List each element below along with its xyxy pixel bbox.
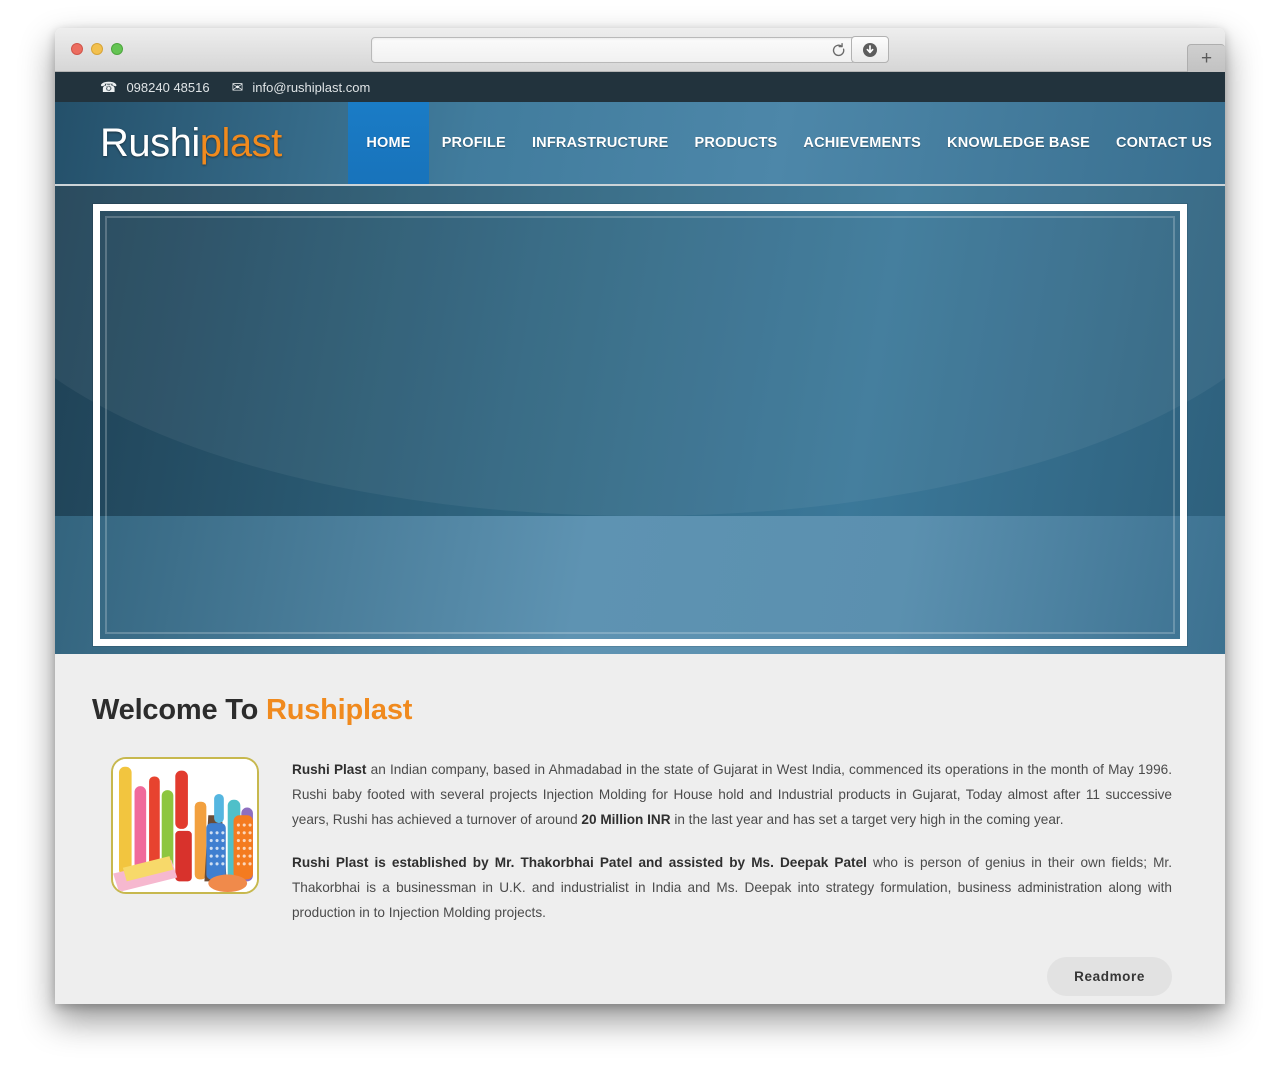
about-p1-tail: in the last year and has set a target ve… [670,812,1064,827]
main-content: Welcome To Rushiplast Rushi Plast an Ind… [55,654,1225,1004]
nav-item-infrastructure[interactable]: INFRASTRUCTURE [519,102,682,184]
about-text: Rushi Plast an Indian company, based in … [292,757,1172,943]
page-title: Welcome To Rushiplast [92,694,1172,727]
nav-item-home[interactable]: HOME [348,102,429,184]
phone-contact[interactable]: ☎ 098240 48516 [100,80,210,95]
about-p1-bold: Rushi Plast [292,762,367,777]
nav-item-products[interactable]: PRODUCTS [681,102,790,184]
download-button[interactable] [851,36,889,63]
banner-frame-inner [105,216,1175,634]
minimize-window-button[interactable] [91,43,103,55]
logo-text-rushi: Rushi [100,120,200,165]
window-controls[interactable] [71,43,123,55]
contact-topbar: ☎ 098240 48516 ✉ info@rushiplast.com [55,72,1225,102]
about-p1-bold2: 20 Million INR [581,812,671,827]
browser-window: + ☎ 098240 48516 ✉ info@rushiplast.com R… [55,28,1225,1004]
page-title-prefix: Welcome To [92,694,266,726]
address-bar[interactable] [371,37,856,63]
page-title-brand: Rushiplast [265,694,413,726]
product-thumbnail[interactable] [111,757,259,894]
page-viewport: ☎ 098240 48516 ✉ info@rushiplast.com Rus… [55,72,1225,1004]
download-icon [863,42,877,57]
envelope-icon: ✉ [231,79,244,95]
nav-item-contact-us[interactable]: CONTACT US [1103,102,1225,184]
banner-frame [93,204,1187,646]
nav-item-knowledge-base[interactable]: KNOWLEDGE BASE [934,102,1103,184]
site-logo[interactable]: Rushi plast [55,102,348,184]
zoom-window-button[interactable] [111,43,123,55]
email-address: info@rushiplast.com [252,79,371,95]
about-paragraph-2: Rushi Plast is established by Mr. Thakor… [292,850,1172,925]
site-header: Rushi plast HOME PROFILE INFRASTRUCTURE P… [55,102,1225,186]
new-tab-button[interactable]: + [1187,44,1225,72]
nav-item-achievements[interactable]: ACHIEVEMENTS [790,102,934,184]
phone-number: 098240 48516 [126,79,210,95]
readmore-row: Readmore [92,957,1172,1004]
close-window-button[interactable] [71,43,83,55]
plastic-products-image [113,759,257,892]
hero-banner[interactable] [55,186,1225,654]
browser-titlebar: + [55,28,1225,72]
nav-item-profile[interactable]: PROFILE [429,102,519,184]
about-section: Rushi Plast an Indian company, based in … [92,757,1172,943]
logo-text-plast: plast [199,120,283,165]
readmore-button[interactable]: Readmore [1047,957,1172,996]
about-p2-bold: Rushi Plast is established by Mr. Thakor… [292,855,867,870]
email-contact[interactable]: ✉ info@rushiplast.com [232,80,371,95]
reload-icon[interactable] [830,42,847,59]
new-tab-label: + [1200,48,1213,69]
main-navigation: HOME PROFILE INFRASTRUCTURE PRODUCTS ACH… [348,102,1225,184]
about-paragraph-1: Rushi Plast an Indian company, based in … [292,757,1172,832]
telephone-icon: ☎ [100,79,118,95]
